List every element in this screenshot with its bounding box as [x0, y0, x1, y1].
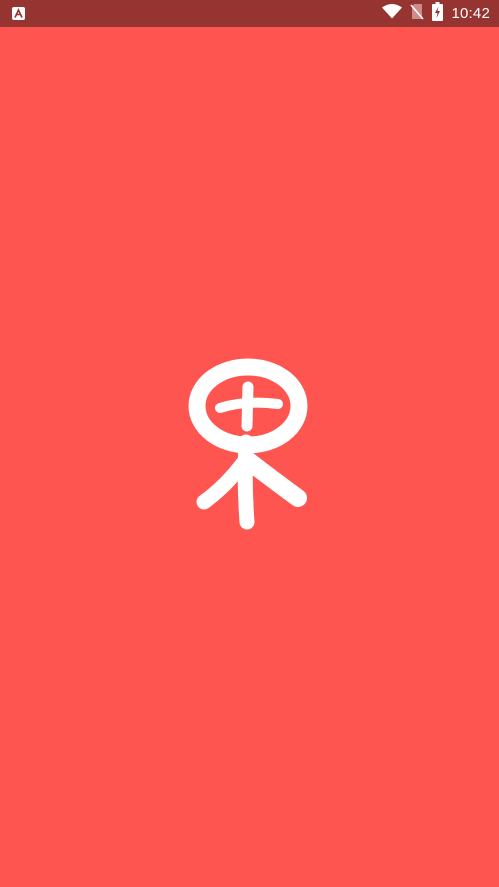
wifi-icon	[382, 3, 403, 24]
status-bar: 10:42	[0, 0, 499, 27]
battery-charging-icon	[432, 1, 444, 26]
fruit-logo-icon	[186, 356, 312, 530]
status-right: 10:42	[382, 1, 490, 26]
no-sim-icon	[410, 3, 425, 25]
status-left	[12, 7, 25, 20]
status-time: 10:42	[451, 5, 490, 22]
app-notification-icon	[12, 7, 25, 20]
